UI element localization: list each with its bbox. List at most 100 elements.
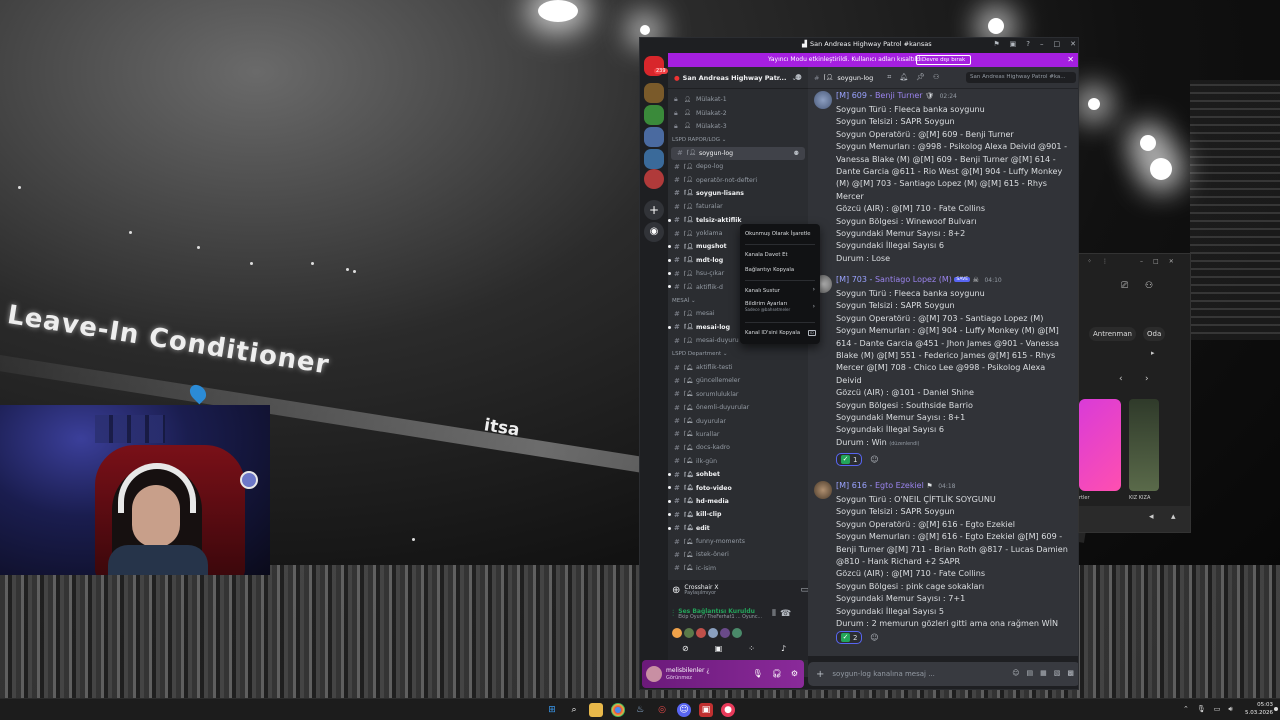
flag-icon[interactable]: ⚑ bbox=[993, 40, 999, 48]
microphone-icon[interactable]: 🎙︎ bbox=[753, 669, 763, 678]
help-icon[interactable]: ? bbox=[1026, 40, 1030, 48]
author-prefix[interactable]: [M] 616 - bbox=[836, 481, 872, 490]
author-name[interactable]: Benji Turner bbox=[875, 91, 923, 100]
pin-icon[interactable]: 📌︎ bbox=[916, 73, 925, 82]
avatar[interactable] bbox=[684, 628, 694, 638]
share-screen-icon[interactable]: ▣ bbox=[715, 644, 723, 653]
avatar[interactable] bbox=[646, 666, 662, 682]
add-reaction-icon[interactable]: ☺ bbox=[866, 453, 882, 466]
threads-icon[interactable]: ⌗ bbox=[887, 73, 891, 82]
soundboard-icon[interactable]: ♪ bbox=[781, 644, 786, 653]
search-input[interactable]: San Andreas Highway Patrol #ka... bbox=[966, 72, 1076, 83]
direct-messages-icon[interactable]: 239 bbox=[644, 56, 668, 76]
members-icon[interactable]: ⚇ bbox=[933, 73, 939, 82]
channel-item[interactable]: # ⌈🔔︎ ic-isim bbox=[668, 562, 808, 575]
more-icon[interactable]: ⋮ bbox=[1102, 258, 1108, 266]
chevron-up-icon[interactable]: ▴ bbox=[1171, 512, 1176, 522]
avatar[interactable] bbox=[696, 628, 706, 638]
server-icon[interactable] bbox=[644, 169, 664, 189]
add-reaction-icon[interactable]: ☺ bbox=[866, 631, 882, 644]
mute-menu-item[interactable]: Kanalı Sustur bbox=[745, 288, 780, 294]
channel-item[interactable]: # ⌈🔔︎ kurallar bbox=[668, 428, 808, 441]
clock[interactable]: 05:03 5.03.2026 bbox=[1243, 701, 1273, 717]
disconnect-icon[interactable]: ☎ bbox=[780, 609, 791, 619]
emoji-icon[interactable]: ☺ bbox=[1012, 669, 1019, 677]
category-header[interactable]: LSPD RAPOR/LOG ⌄ bbox=[668, 133, 808, 146]
mark-read-menu-item[interactable]: Okunmuş Olarak İşaretle bbox=[745, 231, 811, 237]
gif-icon[interactable]: ▦ bbox=[1040, 669, 1047, 677]
obs-icon[interactable]: ● bbox=[721, 703, 735, 717]
add-server-icon[interactable]: + bbox=[644, 200, 664, 220]
file-explorer-icon[interactable] bbox=[589, 703, 603, 717]
channel-item[interactable]: # ⌈👤︎ depo-log bbox=[668, 160, 808, 173]
server-icon[interactable] bbox=[644, 105, 664, 125]
channel-item[interactable]: # ⌈🔔︎ hd-media bbox=[668, 495, 808, 508]
inbox-icon[interactable]: ▣ bbox=[1010, 40, 1017, 48]
add-member-icon[interactable]: ⚉ bbox=[794, 150, 799, 157]
apps-icon[interactable]: ▩ bbox=[1067, 669, 1074, 677]
author-prefix[interactable]: [M] 703 - bbox=[836, 275, 872, 284]
server-icon[interactable] bbox=[644, 149, 664, 169]
channel-item[interactable]: # ⌈🔔︎ duyurular bbox=[668, 414, 808, 427]
avatar[interactable] bbox=[708, 628, 718, 638]
chevron-left-icon[interactable]: ‹ bbox=[1119, 374, 1123, 384]
noise-suppression-icon[interactable]: ⦀ bbox=[772, 609, 776, 619]
channel-item[interactable]: # ⌈🔔︎ güncellemeler bbox=[668, 374, 808, 387]
avatar[interactable] bbox=[814, 91, 832, 109]
activity-row[interactable]: ⊕ Crosshair X Paylaşılmıyor ▭ bbox=[672, 584, 809, 596]
channel-item[interactable]: # ⌈🔔︎ docs-kadro bbox=[668, 441, 808, 454]
video-off-icon[interactable]: ⊘ bbox=[682, 644, 689, 653]
discover-icon[interactable]: ◉ bbox=[644, 222, 664, 242]
author-name[interactable]: Egto Ezekiel bbox=[875, 481, 924, 490]
plus-icon[interactable]: + bbox=[816, 669, 824, 680]
activities-icon[interactable]: ⁘ bbox=[748, 644, 755, 653]
network-icon[interactable]: ▭ bbox=[1214, 705, 1221, 714]
channel-item[interactable]: # ⌈👤︎ soygun-lisans bbox=[668, 187, 808, 200]
channel-item[interactable]: # ⌈🔔︎ foto-video bbox=[668, 481, 808, 494]
steam-icon[interactable]: ♨ bbox=[633, 703, 647, 717]
play-icon[interactable]: ▸ bbox=[1151, 349, 1155, 357]
cast-icon[interactable]: ⎚ bbox=[1121, 281, 1128, 291]
tab-antrenman[interactable]: Antrenman bbox=[1089, 327, 1136, 341]
avatar[interactable] bbox=[732, 628, 742, 638]
channel-item[interactable]: # ⌈🔔︎ ilk-gün bbox=[668, 455, 808, 468]
invite-menu-item[interactable]: Kanala Davet Et bbox=[745, 252, 788, 258]
copy-channel-id-menu-item[interactable]: Kanal ID'sini Kopyala bbox=[745, 330, 800, 336]
close-icon[interactable]: ✕ bbox=[1070, 40, 1076, 48]
channel-item[interactable]: # ⌈🔔︎ sorumluluklar bbox=[668, 388, 808, 401]
disable-streamer-mode-button[interactable]: Devre dışı bırak bbox=[916, 55, 972, 65]
channel-item[interactable]: # ⌈👤︎ faturalar bbox=[668, 200, 808, 213]
channel-item[interactable]: # ⌈🔔︎ funny-moments bbox=[668, 535, 808, 548]
add-member-icon[interactable]: ⚉ bbox=[795, 73, 802, 82]
channel-item[interactable]: 🔒︎ 👤︎ Mülakat-2 bbox=[668, 106, 808, 119]
close-icon[interactable]: ✕ bbox=[1169, 258, 1174, 266]
notification-dot[interactable] bbox=[1274, 707, 1278, 711]
avatar[interactable] bbox=[814, 481, 832, 499]
channel-item[interactable]: 🔒︎ 👤︎ Mülakat-1 bbox=[668, 93, 808, 106]
record-app-icon[interactable]: ▣ bbox=[699, 703, 713, 717]
reaction-check[interactable]: ✓ 1 bbox=[836, 453, 863, 467]
copy-link-menu-item[interactable]: Bağlantıyı Kopyala bbox=[745, 267, 794, 273]
profile-icon[interactable]: ⚇ bbox=[1145, 281, 1153, 291]
composer-placeholder[interactable]: soygun-log kanalına mesaj ... bbox=[832, 670, 935, 678]
microphone-icon[interactable]: 🎙︎ bbox=[1197, 705, 1206, 714]
avatar[interactable] bbox=[720, 628, 730, 638]
media-card[interactable] bbox=[1129, 399, 1159, 491]
chrome-icon[interactable] bbox=[611, 703, 625, 717]
server-header[interactable]: ● San Andreas Highway Patr... ⌄ ⚉ bbox=[668, 67, 808, 89]
channel-item[interactable]: 🔒︎ 👤︎ Mülakat-3 bbox=[668, 120, 808, 133]
minimize-icon[interactable]: – bbox=[1140, 258, 1143, 266]
channel-item[interactable]: # ⌈🔔︎ istek-öneri bbox=[668, 548, 808, 561]
avatar[interactable] bbox=[672, 628, 682, 638]
channel-item[interactable]: # ⌈🔔︎ sohbet bbox=[668, 468, 808, 481]
minimize-icon[interactable]: – bbox=[1040, 40, 1044, 48]
gear-icon[interactable]: ⚙︎ bbox=[791, 669, 798, 678]
category-header[interactable]: LSPD Department ⌄ bbox=[668, 347, 808, 360]
voice-status-row[interactable]: ⫶ Ses Bağlantısı Kuruldu Ekip Oyun / The… bbox=[672, 608, 791, 620]
search-icon[interactable]: ⌕ bbox=[567, 703, 581, 717]
channel-item[interactable]: # ⌈🔔︎ edit bbox=[668, 522, 808, 535]
gift-icon[interactable]: ▤ bbox=[1027, 669, 1034, 677]
author-name[interactable]: Santiago Lopez (M) bbox=[875, 275, 952, 284]
server-icon[interactable] bbox=[644, 127, 664, 147]
channel-item[interactable]: # ⌈🔔︎ kill-clip bbox=[668, 508, 808, 521]
